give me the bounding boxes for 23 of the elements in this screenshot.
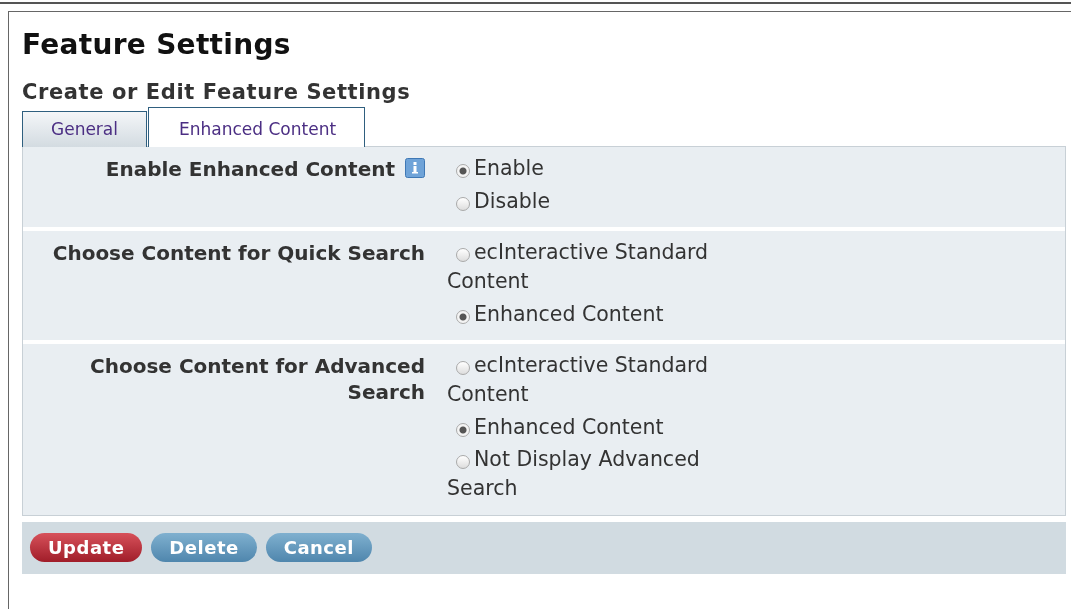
radio-button[interactable] <box>456 196 470 211</box>
radio-option[interactable]: Not Display Advanced Search <box>447 445 727 503</box>
radio-button[interactable] <box>456 163 470 178</box>
setting-label: Choose Content for Quick Search <box>52 241 425 266</box>
radio-option[interactable]: ecInteractive Standard Content <box>447 351 727 409</box>
radio-button[interactable] <box>456 309 470 324</box>
radio-button[interactable] <box>456 455 470 470</box>
tab[interactable]: General <box>22 110 147 147</box>
section-heading: Create or Edit Feature Settings <box>22 79 412 105</box>
radio-option[interactable]: ecInteractive Standard Content <box>447 238 727 296</box>
page-title: Feature Settings <box>22 28 292 62</box>
radio-option[interactable]: Disable <box>447 186 727 216</box>
radio-option[interactable]: Enhanced Content <box>447 412 727 442</box>
radio-option[interactable]: Enable <box>447 153 727 183</box>
radio-option[interactable]: Enhanced Content <box>447 299 727 329</box>
radio-button[interactable] <box>456 248 470 263</box>
radio-button[interactable] <box>456 361 470 376</box>
info-icon[interactable] <box>405 157 425 178</box>
action-button[interactable]: Update <box>30 532 143 562</box>
tab[interactable]: Enhanced Content <box>148 106 366 147</box>
setting-label: Enable Enhanced Content <box>105 156 395 181</box>
radio-button[interactable] <box>456 422 470 437</box>
setting-label: Choose Content for Advanced Search <box>90 354 425 405</box>
